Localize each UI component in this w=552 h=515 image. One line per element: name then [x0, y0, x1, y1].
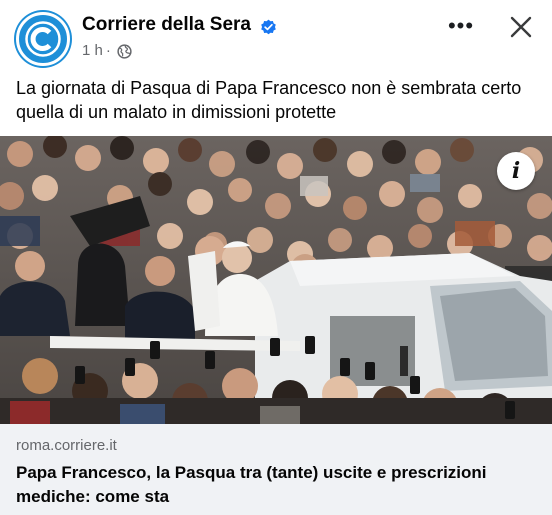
corriere-logo-icon — [22, 18, 64, 60]
post-meta: 1 h · — [82, 42, 114, 59]
page-avatar[interactable] — [16, 12, 70, 66]
close-icon[interactable] — [506, 12, 536, 42]
link-preview[interactable]: roma.corriere.it Papa Francesco, la Pasq… — [0, 424, 552, 515]
more-options-icon[interactable]: ••• — [444, 15, 478, 37]
post-header: Corriere della Sera 1 h · ••• — [0, 0, 552, 76]
verified-badge-icon — [261, 19, 276, 35]
link-title[interactable]: Papa Francesco, la Pasqua tra (tante) us… — [16, 461, 516, 509]
page-name[interactable]: Corriere della Sera — [82, 14, 251, 36]
globe-icon — [117, 44, 132, 59]
post-time[interactable]: 1 h — [82, 42, 103, 59]
post-photo[interactable] — [0, 136, 552, 424]
meta-separator: · — [105, 42, 111, 59]
info-icon[interactable]: i — [497, 152, 535, 190]
post-caption: La giornata di Pasqua di Papa Francesco … — [16, 78, 522, 122]
crowd-photo — [0, 136, 552, 424]
link-domain: roma.corriere.it — [16, 437, 117, 454]
